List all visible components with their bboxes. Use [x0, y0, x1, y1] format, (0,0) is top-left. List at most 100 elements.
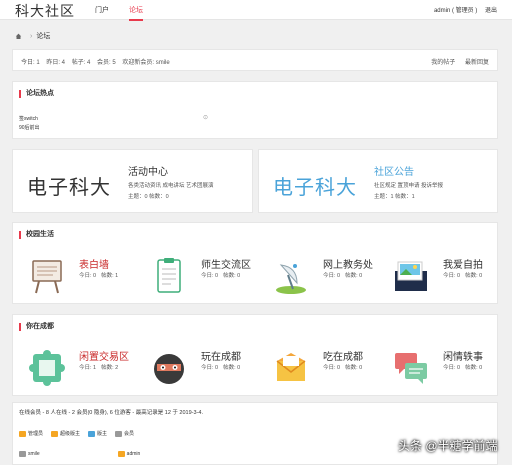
forum-item-leisure[interactable]: 闲情轶事 今日: 0 帖数: 0	[385, 346, 503, 390]
super-mod-icon	[51, 430, 59, 437]
forum-item-second-hand[interactable]: 闲置交易区 今日: 1 帖数: 2	[21, 346, 139, 390]
admin-icon	[117, 451, 125, 457]
watermark-text: 头条 @半糖学前端	[398, 439, 498, 453]
online-user-list: smile admin	[19, 451, 140, 457]
chat-bubble-icon	[382, 440, 395, 451]
nav-forum[interactable]: 论坛	[128, 5, 143, 21]
nav-portal[interactable]: 门户	[95, 5, 109, 19]
forum-name[interactable]: 吃在成都	[323, 348, 363, 363]
member-icon	[115, 430, 123, 437]
forum-name[interactable]: 闲置交易区	[79, 348, 129, 363]
forum-item-confession-wall[interactable]: 表白墙 今日: 0 帖数: 1	[21, 254, 139, 298]
forum-posts: 帖数: 1	[101, 273, 119, 279]
card-desc: 各类活动资讯 成电讲坛 艺术团展演	[128, 183, 214, 189]
forum-today: 今日: 0	[443, 365, 461, 371]
hot-topic-item[interactable]: 90后前出	[19, 124, 40, 131]
forum-name[interactable]: 表白墙	[79, 256, 109, 271]
stat-posts: 帖子: 4	[71, 60, 91, 66]
forum-posts: 帖数: 2	[101, 365, 119, 371]
announcement-card[interactable]: 电子科大 社区公告 社区规定 置顶申请 投诉举报 主题：1 帖数：1	[258, 149, 498, 213]
forum-name[interactable]: 师生交流区	[201, 256, 251, 271]
forum-posts: 帖数: 0	[465, 273, 483, 279]
legend-label: 会员	[124, 431, 135, 437]
brand-text: 电子科大	[27, 177, 111, 199]
section-title: 校园生活	[19, 231, 54, 239]
user-name[interactable]: smile	[28, 451, 40, 457]
user-area: admin ( 管理员 ) 退出	[428, 5, 497, 14]
signboard-icon	[32, 260, 62, 294]
forum-today: 今日: 0	[323, 365, 341, 371]
forum-today: 今日: 0	[443, 273, 461, 279]
watermark: 头条 @半糖学前端	[382, 437, 498, 454]
stat-welcome[interactable]: 欢迎新会员: smile	[122, 60, 169, 66]
forum-today: 今日: 0	[201, 365, 219, 371]
card-stats: 主题：1 帖数：1	[374, 194, 415, 200]
forum-name[interactable]: 我爱自拍	[443, 256, 483, 271]
legend-label: 管理员	[28, 431, 44, 437]
legend-item: 超级版主	[51, 430, 80, 437]
forum-name[interactable]: 闲情轶事	[443, 348, 483, 363]
brand-text: 电子科大	[273, 177, 357, 199]
breadcrumb-current[interactable]: 论坛	[36, 31, 50, 41]
online-members-panel: 在线会员 - 8 人在线 - 2 会员(0 隐身), 6 位游客 - 最高记录是…	[12, 402, 498, 465]
forum-item-teacher-student[interactable]: 师生交流区 今日: 0 帖数: 0	[143, 254, 261, 298]
campus-life-section: 校园生活 表白墙 今日: 0 帖数: 1 师生交流区 今日: 0 帖数: 0 网…	[12, 222, 498, 304]
forum-posts: 帖数: 0	[223, 365, 241, 371]
exchange-icon	[29, 350, 65, 386]
forum-today: 今日: 0	[79, 273, 97, 279]
forum-today: 今日: 1	[79, 365, 97, 371]
hot-topics-panel: 论坛热点 签switch 90后前出 ⊙	[12, 81, 498, 139]
legend-label: 版主	[97, 431, 108, 437]
card-title[interactable]: 社区公告	[374, 163, 414, 178]
stat-yesterday: 昨日: 4	[46, 60, 66, 66]
refresh-icon[interactable]: ⊙	[203, 114, 208, 121]
stat-members: 会员: 5	[97, 60, 116, 66]
online-user[interactable]: admin	[117, 451, 141, 457]
satellite-dish-icon	[276, 264, 306, 294]
legend-label: 超级版主	[60, 431, 81, 437]
forum-name[interactable]: 玩在成都	[201, 348, 241, 363]
forum-posts: 帖数: 0	[345, 365, 363, 371]
forum-item-academic-affairs[interactable]: 网上教务处 今日: 0 帖数: 0	[265, 254, 383, 298]
user-name[interactable]: admin ( 管理员 )	[434, 8, 477, 14]
legend-item: 版主	[88, 430, 107, 437]
hot-topic-item[interactable]: 签switch	[19, 115, 38, 122]
online-summary: 在线会员 - 8 人在线 - 2 会员(0 隐身), 6 位游客 - 最高记录是…	[19, 410, 203, 416]
photo-icon	[395, 261, 427, 291]
chat-bubbles-icon	[395, 353, 427, 384]
site-logo[interactable]: 科大社区	[15, 1, 75, 21]
card-desc: 社区规定 置顶申请 投诉举报	[374, 183, 444, 189]
home-icon[interactable]	[15, 33, 22, 39]
forum-name[interactable]: 网上教务处	[323, 256, 373, 271]
hot-topics-title: 论坛热点	[19, 90, 54, 98]
forum-posts: 帖数: 0	[345, 273, 363, 279]
chengdu-section: 你在成都 闲置交易区 今日: 1 帖数: 2 玩在成都 今日: 0 帖数: 0	[12, 314, 498, 396]
forum-item-selfie[interactable]: 我爱自拍 今日: 0 帖数: 0	[385, 254, 503, 298]
logout-link[interactable]: 退出	[485, 8, 497, 14]
forum-today: 今日: 0	[201, 273, 219, 279]
user-name[interactable]: admin	[127, 451, 141, 457]
forum-posts: 帖数: 0	[465, 365, 483, 371]
stat-today: 今日: 1	[21, 60, 40, 66]
online-user[interactable]: smile	[19, 451, 40, 457]
card-title[interactable]: 活动中心	[128, 163, 168, 178]
mod-icon	[88, 430, 96, 437]
card-stats: 主题：0 帖数：0	[128, 194, 169, 200]
forum-today: 今日: 0	[323, 273, 341, 279]
latest-replies-link[interactable]: 最新回复	[465, 60, 489, 66]
forum-stats-bar: 今日: 1 昨日: 4 帖子: 4 会员: 5 欢迎新会员: smile 我的帖…	[12, 49, 498, 71]
my-posts-link[interactable]: 我的帖子	[431, 60, 455, 66]
admin-icon	[19, 430, 26, 437]
forum-item-food[interactable]: 吃在成都 今日: 0 帖数: 0	[265, 346, 383, 390]
ninja-icon	[154, 354, 184, 384]
main-nav: 门户 论坛	[95, 5, 161, 21]
clipboard-icon	[157, 258, 181, 293]
activity-center-card[interactable]: 电子科大 活动中心 各类活动资讯 成电讲坛 艺术团展演 主题：0 帖数：0	[12, 149, 253, 213]
member-icon	[19, 451, 26, 457]
section-title: 你在成都	[19, 323, 54, 331]
forum-item-play[interactable]: 玩在成都 今日: 0 帖数: 0	[143, 346, 261, 390]
envelope-icon	[276, 353, 306, 381]
breadcrumb: › 论坛	[15, 31, 50, 41]
member-legend: 管理员 超级版主 版主 会员	[19, 430, 134, 437]
breadcrumb-separator: ›	[30, 32, 33, 40]
